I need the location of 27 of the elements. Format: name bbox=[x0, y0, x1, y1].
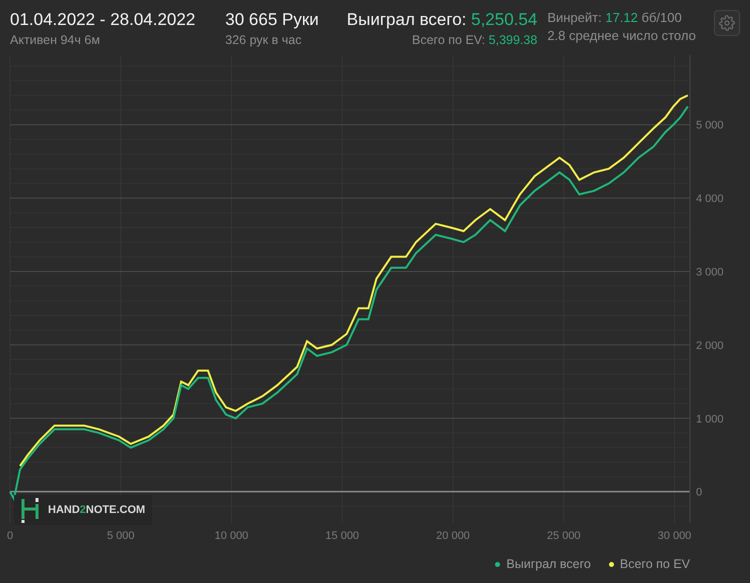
settings-icon bbox=[719, 15, 735, 31]
logo-text: HAND2NOTE.COM bbox=[48, 504, 146, 516]
total-won: Выиграл всего: 5,250.54 bbox=[346, 10, 538, 30]
hands-rate: 326 рук в час bbox=[225, 33, 302, 47]
axis-tick-label: 15 000 bbox=[325, 530, 360, 542]
date-range: 01.04.2022 - 28.04.2022 bbox=[10, 10, 196, 30]
avg-tables: 2.8 среднее число столо bbox=[547, 28, 696, 43]
hands-count: 30 665 Руки bbox=[225, 10, 319, 30]
axis-tick-label: 0 bbox=[6, 530, 14, 542]
logo-icon bbox=[20, 497, 40, 523]
axis-tick-label: 1 000 bbox=[696, 413, 724, 426]
axis-tick-label: 20 000 bbox=[436, 530, 470, 542]
axis-tick-label: 5 000 bbox=[696, 120, 724, 132]
axis-tick-label: 25 000 bbox=[546, 530, 581, 542]
axis-tick-label: 0 bbox=[696, 486, 702, 499]
legend-item: Выиграл всего bbox=[495, 557, 591, 571]
winrate: Винрейт: 17.12 бб/100 bbox=[547, 10, 682, 25]
axis-tick-label: 10 000 bbox=[214, 530, 248, 542]
axis-tick-label: 3 000 bbox=[696, 266, 724, 278]
settings-button[interactable] bbox=[714, 10, 740, 36]
axis-tick-label: 4 000 bbox=[696, 193, 724, 206]
legend-item: Всего по EV bbox=[608, 557, 690, 571]
axis-tick-label: 30 000 bbox=[658, 530, 692, 542]
ev-total: Всего по EV: 5,399.38 bbox=[412, 33, 538, 47]
axis-tick-label: 2 000 bbox=[696, 340, 724, 352]
axis-tick-label: 5 000 bbox=[106, 530, 135, 542]
active-time: Активен 94ч 6м bbox=[10, 33, 100, 47]
